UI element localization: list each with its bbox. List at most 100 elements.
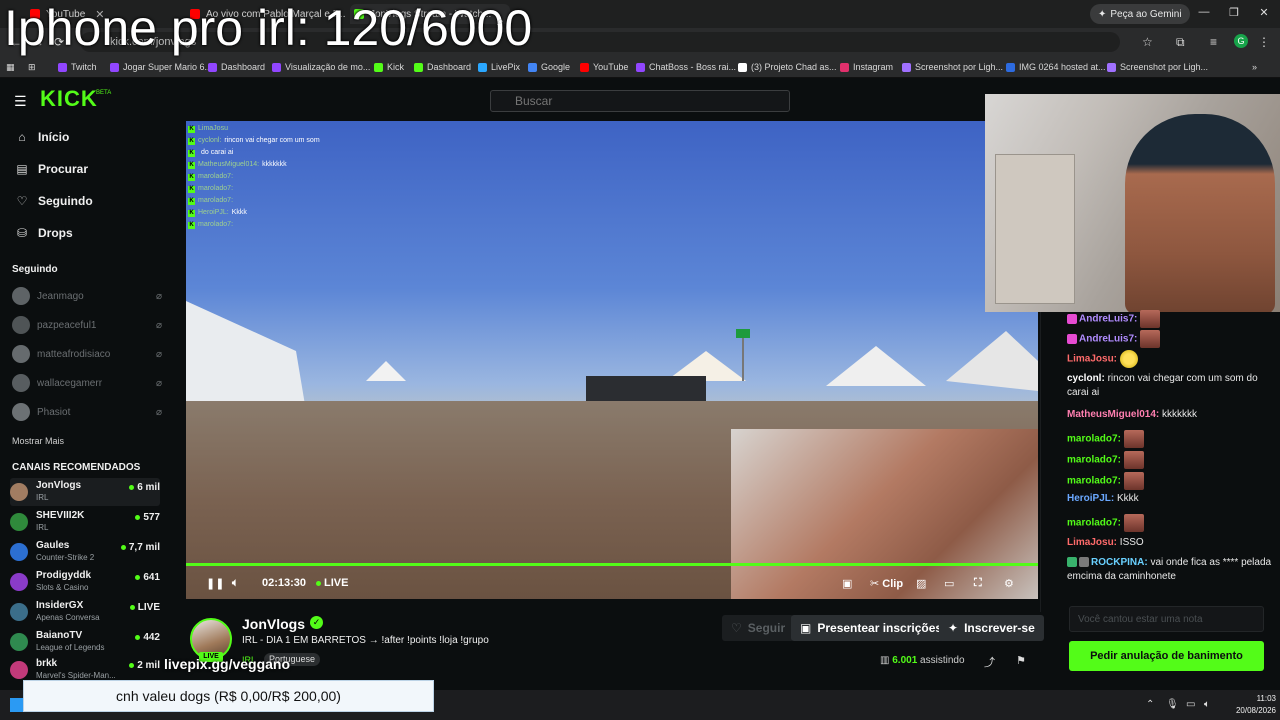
chat-username[interactable]: marolado7: — [1067, 434, 1121, 445]
bookmark-favicon-icon — [478, 62, 487, 72]
profile-avatar[interactable]: G — [1234, 34, 1248, 48]
sidebar-item-procurar[interactable]: ▤ Procurar — [16, 162, 88, 176]
network-icon[interactable]: ▭ — [1186, 699, 1195, 710]
theater-icon[interactable]: ▣ — [842, 577, 852, 590]
viewer-count: 577 — [135, 512, 160, 523]
minimize-icon[interactable]: — — [1196, 6, 1212, 18]
webcam-overlay — [985, 94, 1280, 312]
live-dot-icon — [129, 662, 135, 668]
recommended-channel[interactable]: Gaules Counter-Strike 2 7,7 mil — [10, 538, 160, 566]
settings-icon[interactable]: ⚙ — [1004, 577, 1014, 590]
following-item[interactable]: Jeanmago ⌀ — [12, 286, 162, 306]
bookmark-item[interactable]: Dashboard — [208, 60, 265, 74]
video-chat-line: Kmarolado7: — [188, 171, 338, 183]
windows-logo-icon[interactable] — [10, 698, 24, 712]
clock[interactable]: 11:03 20/08/2026 — [1200, 693, 1276, 717]
pip-icon[interactable]: ▭ — [944, 577, 954, 590]
volume-icon[interactable]: 🔈︎ — [232, 577, 239, 590]
tents-scene — [186, 301, 1038, 411]
chat-username[interactable]: cyclonl: — [1067, 373, 1105, 384]
star-icon[interactable]: ☆ — [1142, 35, 1153, 49]
chat-username[interactable]: HeroiPJL: — [1067, 493, 1114, 504]
avatar — [12, 345, 30, 363]
video-player[interactable]: K LimaJosu Kcyclonl: rincon vai chegar com … — [186, 121, 1038, 599]
video-chat-text: do carai ai — [201, 149, 234, 156]
gemini-button[interactable]: ✦ Peça ao Gemini — [1090, 4, 1190, 24]
restore-icon[interactable]: ❐ — [1226, 6, 1242, 19]
bookmark-favicon-icon — [580, 62, 589, 72]
chat-username[interactable]: AndreLuis7: — [1079, 334, 1137, 345]
recommended-channel[interactable]: JonVlogs IRL 6 mil — [10, 478, 160, 506]
captions-icon[interactable]: ▨ — [916, 577, 926, 590]
more-bookmarks-icon[interactable]: » — [1252, 60, 1257, 74]
bookmark-item[interactable]: Instagram — [840, 60, 893, 74]
extensions-icon[interactable]: ⧉ — [1176, 35, 1185, 50]
pause-icon[interactable]: ❚❚ — [206, 577, 224, 590]
sidebar-item-seguindo[interactable]: ♡ Seguindo — [16, 194, 93, 208]
chevron-up-icon[interactable]: ⌃ — [1146, 699, 1154, 710]
clip-label: Clip — [882, 578, 904, 590]
bookmark-item[interactable]: Google — [528, 60, 570, 74]
recommended-channel[interactable]: Prodigyddk Slots & Casino 641 — [10, 568, 160, 596]
chat-username[interactable]: LimaJosu: — [1067, 354, 1117, 365]
chat-input[interactable]: Você cantou estar uma nota — [1069, 606, 1264, 632]
menu-icon[interactable]: ⋮ — [1258, 35, 1270, 49]
gift-subs-button[interactable]: ▣ Presentear inscrições — [791, 615, 952, 641]
kick-logo[interactable]: KICK — [40, 86, 98, 112]
sidebar-item-drops[interactable]: ⛁ Drops — [16, 226, 73, 240]
chat-username[interactable]: MatheusMiguel014: — [1067, 409, 1159, 420]
bookmark-item[interactable]: ChatBoss - Boss rai... — [636, 60, 736, 74]
fullscreen-icon[interactable]: ⛶ — [974, 577, 982, 590]
bookmark-item[interactable]: Kick — [374, 60, 404, 74]
bookmark-item[interactable]: (3) Projeto Chad as... — [738, 60, 837, 74]
close-window-icon[interactable]: ✕ — [1256, 6, 1272, 19]
recommended-channel[interactable]: InsiderGX Apenas Conversa LIVE — [10, 598, 160, 626]
live-dot-icon — [129, 484, 135, 490]
report-icon[interactable]: ⚑ — [1016, 654, 1026, 667]
following-item[interactable]: wallacegamerr ⌀ — [12, 373, 162, 393]
follow-button[interactable]: ♡ Seguir — [722, 615, 795, 641]
kick-badge-icon: K — [188, 137, 195, 145]
media-icon[interactable]: ≡ — [1210, 35, 1217, 49]
chat-username[interactable]: LimaJosu: — [1067, 537, 1117, 548]
search-input[interactable] — [490, 90, 790, 112]
channel-name: brkk — [36, 658, 58, 669]
chat-username[interactable]: marolado7: — [1067, 476, 1121, 487]
bookmark-item[interactable]: Jogar Super Mario 6... — [110, 60, 212, 74]
mic-icon[interactable]: 🎙︎ — [1166, 699, 1179, 710]
bookmark-item[interactable]: YouTube — [580, 60, 628, 74]
chat-username[interactable]: marolado7: — [1067, 455, 1121, 466]
recommended-channel[interactable]: SHEVIII2K IRL 577 — [10, 508, 160, 536]
video-chat-user: HeroiPJL: — [198, 209, 229, 216]
share-icon[interactable]: ⤴ — [984, 654, 995, 670]
streamer-name[interactable]: JonVlogs — [242, 616, 305, 632]
sidebar-item-inicio[interactable]: ⌂ Início — [16, 130, 69, 144]
apps-icon[interactable]: ▦ — [6, 60, 15, 74]
show-more-link[interactable]: Mostrar Mais — [12, 436, 64, 446]
live-dot-icon — [135, 514, 141, 520]
bookmark-item[interactable]: LivePix — [478, 60, 520, 74]
clip-button[interactable]: ✂ Clip — [870, 577, 903, 590]
bookmark-item[interactable]: Dashboard — [414, 60, 471, 74]
bookmark-item[interactable]: Screenshot por Ligh... — [902, 60, 1003, 74]
hamburger-menu-icon[interactable]: ☰ — [14, 93, 27, 110]
recommended-channel[interactable]: BaianoTV League of Legends 442 — [10, 628, 160, 656]
following-item[interactable]: Phasiot ⌀ — [12, 402, 162, 422]
subscribe-button[interactable]: ✦ Inscrever-se — [939, 615, 1044, 641]
following-item[interactable]: matteafrodisiaco ⌀ — [12, 344, 162, 364]
bookmark-label: Screenshot por Ligh... — [1120, 62, 1209, 72]
progress-bar[interactable] — [186, 563, 1038, 566]
avatar — [10, 483, 28, 501]
following-name: wallacegamerr — [37, 377, 103, 389]
chat-username[interactable]: marolado7: — [1067, 518, 1121, 529]
bookmark-item[interactable]: Visualização de mo... — [272, 60, 370, 74]
unban-request-button[interactable]: Pedir anulação de banimento — [1069, 641, 1264, 671]
chat-username[interactable]: ROCKPINA: — [1091, 557, 1148, 568]
bookmark-item[interactable]: Screenshot por Ligh... — [1107, 60, 1208, 74]
chat-username[interactable]: AndreLuis7: — [1079, 314, 1137, 325]
viewer-count: 442 — [135, 632, 160, 643]
bookmark-item[interactable]: Twitch — [58, 60, 97, 74]
following-item[interactable]: pazpeaceful1 ⌀ — [12, 315, 162, 335]
grid-icon[interactable]: ⊞ — [28, 60, 36, 74]
bookmark-item[interactable]: IMG 0264 hosted at... — [1006, 60, 1106, 74]
